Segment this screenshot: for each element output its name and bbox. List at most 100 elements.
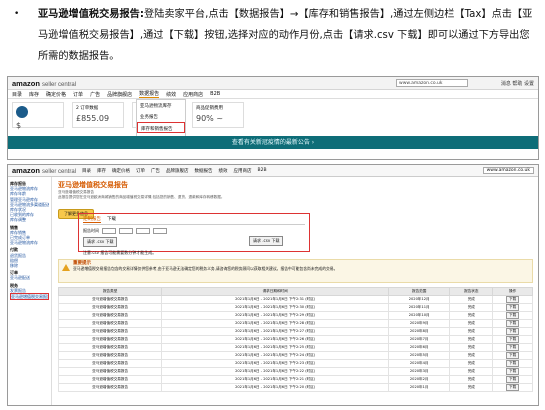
nav-item[interactable]: 订单: [73, 91, 83, 98]
table-cell: 2020年4月: [388, 359, 451, 368]
nav-item[interactable]: 广告: [90, 91, 100, 98]
header-links[interactable]: 消息 帮助 设置: [501, 80, 534, 87]
table-cell: 完成: [449, 295, 494, 304]
nav-item[interactable]: 库存: [97, 168, 106, 174]
search-input[interactable]: www.amazon.co.uk: [482, 167, 534, 174]
nav-item[interactable]: 确定价格: [112, 168, 130, 174]
date-label: 报告时间: [83, 228, 99, 233]
download-button[interactable]: 下载: [506, 296, 520, 303]
table-row: 亚马逊增值税交易报告 2021年1月6日 - 2021年1月6日 下午2:20 (…: [57, 383, 533, 392]
screenshot-vat-report-page: amazon seller central 目录 库存 确定价格 订单 广告 品牌旗舰店数…: [7, 164, 539, 406]
menu-item[interactable]: 库存和销售报告: [137, 122, 185, 133]
nav-item[interactable]: 品牌旗舰店: [107, 91, 132, 98]
table-cell: 2020年11月: [388, 303, 451, 312]
bullet: •: [14, 9, 20, 19]
nav-item[interactable]: 库存: [29, 91, 39, 98]
sidebar-item[interactable]: 亚马逊物流库存: [10, 240, 49, 245]
page-title: 亚马逊增值税交易报告: [58, 181, 128, 189]
table-row: 亚马逊增值税交易报告 2021年1月6日 - 2021年1月6日 下午2:31 (…: [57, 295, 533, 304]
table-cell: 下载: [492, 375, 533, 384]
download-button[interactable]: 下载: [506, 344, 520, 351]
screenshot-seller-central-home: amazon seller central www.amazon.co.uk 消…: [7, 76, 539, 160]
metric-card[interactable]: 2 订单数据 £855.09: [72, 102, 124, 128]
request-csv-button[interactable]: 请求 .csv 下载: [83, 237, 118, 247]
sidebar-item[interactable]: 移除: [10, 263, 49, 268]
nav-item[interactable]: 绩效: [166, 91, 176, 98]
download-button[interactable]: 下载: [506, 304, 520, 311]
download-button[interactable]: 下载: [506, 336, 520, 343]
menu-item[interactable]: 亚马逊物流库存: [137, 100, 185, 111]
amazon-logo[interactable]: amazon seller central: [12, 166, 76, 175]
table-row: 亚马逊增值税交易报告 2021年1月6日 - 2021年1月6日 下午2:27 (…: [57, 327, 533, 336]
table-header: 报告范围: [388, 287, 451, 296]
month-select[interactable]: [102, 228, 116, 234]
metric-label: 商品促销费用: [196, 106, 223, 111]
nav-item[interactable]: 应用商店: [183, 91, 203, 98]
sidebar-item[interactable]: 亚马逊增值税交易报告: [10, 293, 49, 301]
covid-announcement-banner[interactable]: 查看有关新冠疫情的最新公告 ›: [8, 136, 538, 149]
amazon-logo[interactable]: amazon seller central: [12, 79, 76, 88]
request-csv-button-secondary[interactable]: 请求 .csv 下载: [249, 236, 284, 246]
table-cell: 2021年1月6日 - 2021年1月6日 下午2:24 (时区): [161, 351, 390, 360]
download-button[interactable]: 下载: [506, 384, 520, 391]
download-button[interactable]: 下载: [506, 376, 520, 383]
table-cell: 下载: [492, 343, 533, 352]
download-button[interactable]: 下载: [506, 360, 520, 367]
download-button[interactable]: 下载: [506, 368, 520, 375]
table-cell: 完成: [449, 367, 494, 376]
nav-item[interactable]: 绩效: [219, 168, 228, 174]
table-row: 亚马逊增值税交易报告 2021年1月6日 - 2021年1月6日 下午2:22 (…: [57, 367, 533, 376]
table-row: 亚马逊增值税交易报告 2021年1月6日 - 2021年1月6日 下午2:29 (…: [57, 311, 533, 320]
page-description: 此报告提供您在亚马逊欧洲商城销售的商品增值税交易详情,包括您的销售、退货、退款和…: [58, 195, 225, 199]
table-cell: 亚马逊增值税交易报告: [57, 359, 163, 368]
table-row: 亚马逊增值税交易报告 2021年1月6日 - 2021年1月6日 下午2:25 (…: [57, 343, 533, 352]
day-select[interactable]: [136, 228, 150, 234]
table-cell: 亚马逊增值税交易报告: [57, 335, 163, 344]
table-row: 亚马逊增值税交易报告 2021年1月6日 - 2021年1月6日 下午2:28 (…: [57, 319, 533, 328]
table-row: 亚马逊增值税交易报告 2021年1月6日 - 2021年1月6日 下午2:26 (…: [57, 335, 533, 344]
nav-item[interactable]: 应用商店: [234, 168, 252, 174]
download-button[interactable]: 下载: [506, 312, 520, 319]
nav-item[interactable]: 订单: [136, 168, 145, 174]
sidebar-item[interactable]: 库存调整: [10, 217, 49, 222]
table-cell: 2020年2月: [388, 375, 451, 384]
table-cell: 完成: [449, 343, 494, 352]
table-cell: 亚马逊增值税交易报告: [57, 367, 163, 376]
nav-item[interactable]: B2B: [210, 91, 220, 97]
table-cell: 2020年10月: [388, 311, 451, 320]
table-cell: 2021年1月6日 - 2021年1月6日 下午2:28 (时区): [161, 319, 390, 328]
tab[interactable]: 下载: [107, 216, 116, 223]
menu-item[interactable]: 业务报告: [137, 111, 185, 122]
table-cell: 完成: [449, 351, 494, 360]
nav-item[interactable]: 确定价格: [46, 91, 66, 98]
table-cell: 下载: [492, 303, 533, 312]
table-cell: 2021年1月6日 - 2021年1月6日 下午2:26 (时区): [161, 335, 390, 344]
nav-item[interactable]: 目录: [12, 91, 22, 98]
metric-card[interactable]: 商品促销费用 90% ~: [192, 102, 244, 128]
table-row: 亚马逊增值税交易报告 2021年1月6日 - 2021年1月6日 下午2:30 (…: [57, 303, 533, 312]
year-select[interactable]: [119, 228, 133, 234]
metric-value: £855.09: [76, 114, 110, 123]
nav-item[interactable]: 目录: [82, 168, 91, 174]
table-cell: 亚马逊增值税交易报告: [57, 303, 163, 312]
table-cell: 亚马逊增值税交易报告: [57, 351, 163, 360]
table-cell: 2021年1月6日 - 2021年1月6日 下午2:25 (时区): [161, 343, 390, 352]
metric-value: 90% ~: [196, 114, 224, 123]
metric-card[interactable]: $: [12, 102, 64, 130]
nav-item[interactable]: B2B: [258, 168, 267, 173]
table-cell: 2021年1月6日 - 2021年1月6日 下午2:23 (时区): [161, 359, 390, 368]
download-button[interactable]: 下载: [506, 352, 520, 359]
top-bar: amazon seller central 目录 库存 确定价格 订单 广告 品牌旗舰店数…: [8, 165, 538, 177]
table-header: 报告类型: [57, 287, 163, 296]
end-month-select[interactable]: [153, 228, 167, 234]
sidebar-item[interactable]: 亚马逊配送: [10, 275, 49, 280]
table-row: 亚马逊增值税交易报告 2021年1月6日 - 2021年1月6日 下午2:23 (…: [57, 359, 533, 368]
nav-item[interactable]: 数据报告: [195, 168, 213, 174]
search-input[interactable]: www.amazon.co.uk: [396, 79, 469, 87]
nav-item[interactable]: 数据报告: [139, 90, 160, 98]
tab[interactable]: 定制报告: [83, 216, 101, 223]
nav-item[interactable]: 品牌旗舰店: [166, 168, 189, 174]
download-button[interactable]: 下载: [506, 320, 520, 327]
nav-item[interactable]: 广告: [151, 168, 160, 174]
download-button[interactable]: 下载: [506, 328, 520, 335]
